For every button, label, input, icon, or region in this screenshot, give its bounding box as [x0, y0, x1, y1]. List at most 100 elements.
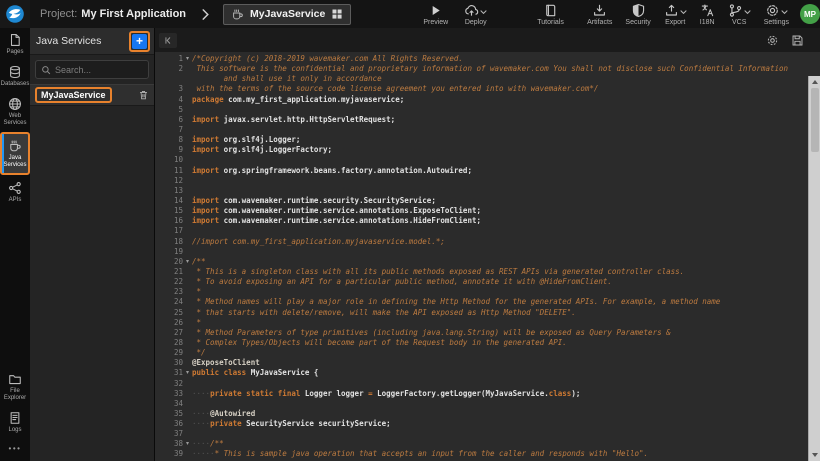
code-line[interactable]: 8import org.slf4j.Logger;: [159, 135, 804, 145]
code-line[interactable]: 19: [159, 247, 804, 257]
sidebar-item-web-services[interactable]: Web Services: [0, 92, 30, 131]
code-line[interactable]: 16import com.wavemaker.runtime.service.a…: [159, 216, 804, 226]
sidebar-item-pages[interactable]: Pages: [0, 28, 30, 60]
code-line[interactable]: 4package com.my_first_application.myjava…: [159, 95, 804, 105]
wavemaker-logo[interactable]: [0, 0, 30, 28]
code-line[interactable]: 6import javax.servlet.http.HttpServletRe…: [159, 115, 804, 125]
project-name: My First Application: [81, 8, 186, 20]
line-number: 13: [159, 186, 183, 196]
trash-icon[interactable]: [138, 89, 149, 101]
sidebar-more-button[interactable]: •••: [0, 438, 30, 461]
add-service-button[interactable]: +: [132, 34, 147, 49]
fold-marker-icon[interactable]: ▾: [183, 368, 192, 378]
code-line[interactable]: 31▾public class MyJavaService {: [159, 368, 804, 378]
code-line[interactable]: 35····@Autowired: [159, 409, 804, 419]
save-icon[interactable]: [791, 34, 804, 47]
chevron-right-icon[interactable]: [200, 8, 211, 21]
service-name[interactable]: MyJavaService: [35, 87, 112, 103]
sidebar-item-apis[interactable]: APIs: [0, 176, 30, 208]
sidebar-item-logs[interactable]: Logs: [0, 406, 30, 438]
code-line[interactable]: 15import com.wavemaker.runtime.service.a…: [159, 206, 804, 216]
line-number: 19: [159, 247, 183, 257]
scroll-thumb[interactable]: [811, 88, 819, 152]
action-tutorials[interactable]: Tutorials: [537, 3, 564, 26]
download-tray-icon: [592, 3, 607, 18]
line-number: 14: [159, 196, 183, 206]
line-number: 31: [159, 368, 183, 378]
vertical-scrollbar[interactable]: [808, 76, 820, 461]
collapse-panel-button[interactable]: [159, 33, 177, 48]
code-line[interactable]: 3 with the terms of the source code lice…: [159, 84, 804, 94]
code-line[interactable]: 22 * To avoid exposing an API for a part…: [159, 277, 804, 287]
sidebar-item-databases[interactable]: Databases: [0, 60, 30, 92]
action-label: I18N: [700, 19, 715, 26]
code-line[interactable]: 21 * This is a singleton class with all …: [159, 267, 804, 277]
action-security[interactable]: Security: [625, 3, 650, 26]
code-line[interactable]: 10: [159, 155, 804, 165]
code-line[interactable]: 11import org.springframework.beans.facto…: [159, 166, 804, 176]
tab-myjavaservice[interactable]: MyJavaService: [223, 4, 351, 25]
fold-spacer: [183, 186, 192, 196]
scroll-down-arrow[interactable]: [812, 453, 818, 457]
action-deploy[interactable]: Deploy: [464, 3, 487, 26]
code-text: /**: [192, 257, 206, 267]
code-line[interactable]: 39·····* This is sample java operation t…: [159, 449, 804, 459]
code-line[interactable]: 5: [159, 105, 804, 115]
code-text: * Method Parameters of type primitives (…: [192, 328, 671, 338]
action-preview[interactable]: Preview: [423, 3, 448, 26]
fold-marker-icon[interactable]: ▾: [183, 439, 192, 449]
code-line[interactable]: 14import com.wavemaker.runtime.security.…: [159, 196, 804, 206]
code-line[interactable]: 29 */: [159, 348, 804, 358]
code-line[interactable]: 28 * Complex Types/Objects will become p…: [159, 338, 804, 348]
code-line[interactable]: 25 * that starts with delete/remove, wil…: [159, 308, 804, 318]
code-line[interactable]: and shall use it only in accordance: [159, 74, 804, 84]
code-line[interactable]: 2 This software is the confidential and …: [159, 64, 804, 74]
line-number: 16: [159, 216, 183, 226]
grid-icon[interactable]: [331, 8, 343, 20]
line-number: 27: [159, 328, 183, 338]
line-number: 35: [159, 409, 183, 419]
fold-marker-icon[interactable]: ▾: [183, 257, 192, 267]
code-token: * Method names will play a major role in…: [192, 297, 720, 306]
action-artifacts[interactable]: Artifacts: [587, 3, 612, 26]
code-line[interactable]: 36····private SecurityService securitySe…: [159, 419, 804, 429]
sidebar-item-file-explorer[interactable]: File Explorer: [0, 367, 30, 406]
scroll-up-arrow[interactable]: [812, 80, 818, 84]
code-line[interactable]: 13: [159, 186, 804, 196]
code-line[interactable]: 18//import com.my_first_application.myja…: [159, 237, 804, 247]
code-line[interactable]: 32: [159, 379, 804, 389]
code-line[interactable]: 37: [159, 429, 804, 439]
fold-spacer: [183, 287, 192, 297]
code-line[interactable]: 24 * Method names will play a major role…: [159, 297, 804, 307]
code-line[interactable]: 38▾····/**: [159, 439, 804, 449]
left-sidebar: Pages Databases Web ServicesJava ServicesA…: [0, 28, 30, 461]
user-avatar[interactable]: MP: [800, 4, 820, 24]
action-i18n[interactable]: I18N: [700, 3, 715, 26]
code-line[interactable]: 7: [159, 125, 804, 135]
action-settings[interactable]: Settings: [764, 3, 789, 26]
action-export[interactable]: Export: [664, 3, 687, 26]
action-vcs[interactable]: VCS: [728, 3, 751, 26]
fold-marker-icon[interactable]: ▾: [183, 54, 192, 64]
editor-settings-gear-icon[interactable]: [766, 34, 779, 47]
service-list-item[interactable]: MyJavaService: [30, 84, 154, 106]
code-line[interactable]: 20▾/**: [159, 257, 804, 267]
line-number: 20: [159, 257, 183, 267]
code-line[interactable]: 33····private static final Logger logger…: [159, 389, 804, 399]
code-line[interactable]: 17: [159, 226, 804, 236]
code-line[interactable]: 12: [159, 176, 804, 186]
line-number: 24: [159, 297, 183, 307]
code-token: javax.servlet.http.HttpServletRequest;: [219, 115, 395, 124]
line-number: 9: [159, 145, 183, 155]
sidebar-item-label: Databases: [1, 81, 30, 88]
caret-down-icon: [744, 10, 751, 15]
code-line[interactable]: 23 *: [159, 287, 804, 297]
search-input[interactable]: [55, 65, 139, 75]
code-line[interactable]: 27 * Method Parameters of type primitive…: [159, 328, 804, 338]
code-line[interactable]: 9import org.slf4j.LoggerFactory;: [159, 145, 804, 155]
code-line[interactable]: 34: [159, 399, 804, 409]
code-line[interactable]: 30@ExposeToClient: [159, 358, 804, 368]
sidebar-item-java-services[interactable]: Java Services: [0, 132, 30, 175]
code-line[interactable]: 1▾/*Copyright (c) 2018-2019 wavemaker.co…: [159, 54, 804, 64]
code-line[interactable]: 26 *: [159, 318, 804, 328]
